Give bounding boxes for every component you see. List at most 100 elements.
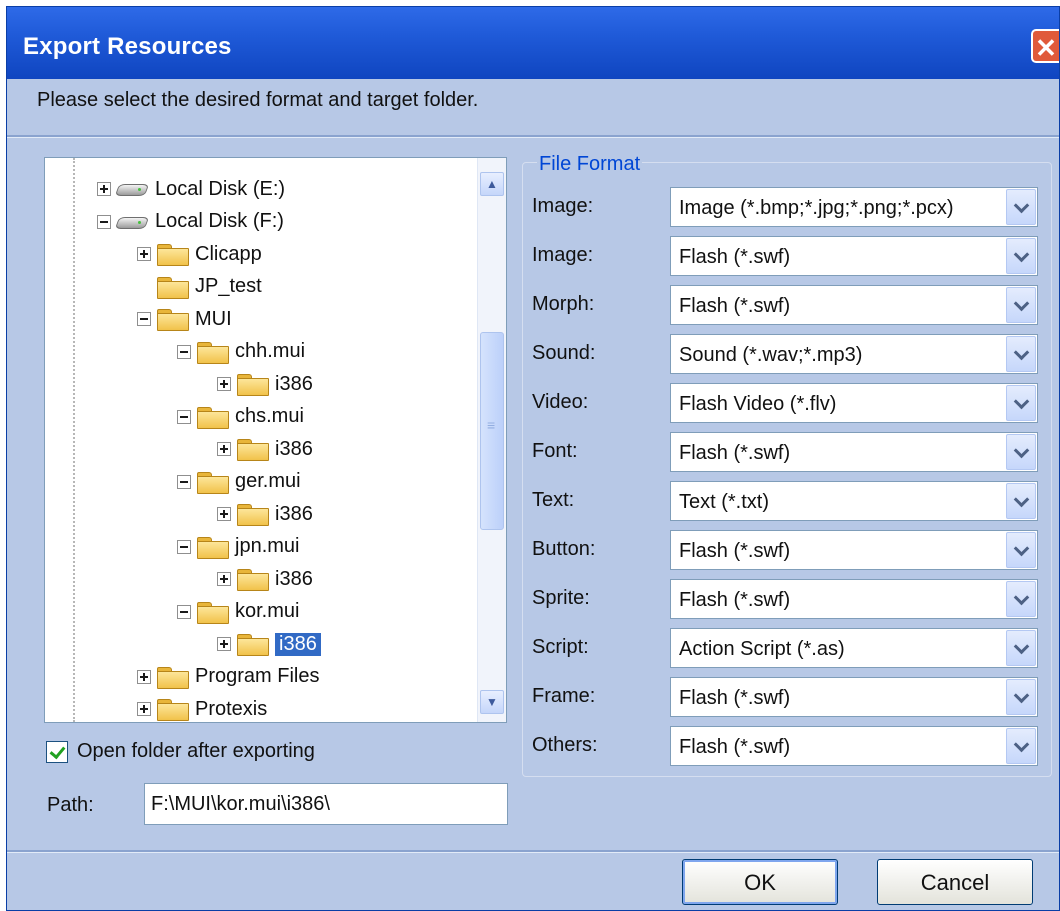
- format-dropdown-value: Flash (*.swf): [679, 687, 791, 709]
- ok-button[interactable]: OK: [682, 859, 838, 905]
- format-label: Image:: [532, 244, 594, 266]
- tree-item[interactable]: Clicapp: [137, 239, 262, 269]
- chevron-down-icon[interactable]: [1006, 630, 1036, 666]
- format-dropdown[interactable]: Flash (*.swf): [670, 432, 1038, 472]
- expand-icon[interactable]: [137, 247, 151, 261]
- folder-icon: [237, 633, 269, 656]
- chevron-down-icon[interactable]: [1006, 728, 1036, 764]
- format-dropdown[interactable]: Flash (*.swf): [670, 579, 1038, 619]
- tree-item-label: i386: [275, 372, 313, 395]
- expand-icon[interactable]: [217, 377, 231, 391]
- tree-item[interactable]: kor.mui: [177, 597, 299, 627]
- chevron-down-icon[interactable]: [1006, 483, 1036, 519]
- folder-tree[interactable]: Local Disk (E:) Local Disk (F:) Clicapp JP_…: [44, 157, 507, 723]
- tree-item[interactable]: i386: [217, 564, 313, 594]
- tree-item-label: Local Disk (E:): [155, 177, 286, 200]
- format-dropdown[interactable]: Flash (*.swf): [670, 726, 1038, 766]
- export-resources-dialog: Export Resources ✕ Please select the des…: [6, 6, 1060, 911]
- chevron-down-icon[interactable]: [1006, 238, 1036, 274]
- cancel-button[interactable]: Cancel: [877, 859, 1033, 905]
- expand-icon[interactable]: [217, 442, 231, 456]
- expand-icon[interactable]: [217, 637, 231, 651]
- button-separator: [7, 850, 1059, 853]
- expand-icon[interactable]: [137, 702, 151, 716]
- tree-item[interactable]: i386: [217, 499, 313, 529]
- format-label: Video:: [532, 391, 589, 413]
- title-bar[interactable]: Export Resources ✕: [7, 7, 1059, 79]
- collapse-icon[interactable]: [137, 312, 151, 326]
- expand-icon[interactable]: [97, 182, 111, 196]
- format-dropdown[interactable]: Flash (*.swf): [670, 677, 1038, 717]
- tree-item[interactable]: Local Disk (F:): [97, 207, 284, 237]
- collapse-icon[interactable]: [97, 214, 111, 229]
- tree-item[interactable]: i386: [217, 629, 321, 659]
- format-dropdown[interactable]: Flash (*.swf): [670, 285, 1038, 325]
- path-label: Path:: [47, 794, 94, 816]
- expand-icon[interactable]: [217, 507, 231, 521]
- chevron-down-icon[interactable]: [1006, 336, 1036, 372]
- format-label: Script:: [532, 636, 589, 658]
- collapse-icon[interactable]: [177, 344, 191, 359]
- collapse-icon[interactable]: [177, 409, 191, 424]
- tree-vertical-scrollbar[interactable]: ▲ ▼: [477, 158, 506, 722]
- tree-item[interactable]: i386: [217, 434, 313, 464]
- format-label: Button:: [532, 538, 596, 560]
- format-dropdown-value: Flash (*.swf): [679, 246, 791, 268]
- tree-item[interactable]: jpn.mui: [177, 532, 299, 562]
- tree-item[interactable]: chs.mui: [177, 402, 304, 432]
- tree-item-label: i386: [275, 502, 313, 525]
- collapse-icon[interactable]: [177, 604, 191, 619]
- format-dropdown[interactable]: Image (*.bmp;*.jpg;*.png;*.pcx): [670, 187, 1038, 227]
- chevron-down-icon[interactable]: [1006, 679, 1036, 715]
- chevron-down-icon[interactable]: [1006, 532, 1036, 568]
- format-label: Sound:: [532, 342, 596, 364]
- path-input[interactable]: [144, 783, 508, 825]
- tree-item[interactable]: ger.mui: [177, 467, 301, 497]
- scroll-down-icon[interactable]: ▼: [480, 690, 504, 714]
- chevron-down-icon[interactable]: [1006, 189, 1036, 225]
- chevron-down-icon[interactable]: [1006, 385, 1036, 421]
- chevron-down-icon[interactable]: [1006, 434, 1036, 470]
- tree-item-label: Protexis: [195, 697, 268, 720]
- collapse-icon[interactable]: [177, 539, 191, 554]
- folder-icon: [157, 276, 189, 299]
- format-dropdown[interactable]: Sound (*.wav;*.mp3): [670, 334, 1038, 374]
- chevron-down-icon[interactable]: [1006, 287, 1036, 323]
- scroll-up-icon[interactable]: ▲: [480, 172, 504, 196]
- collapse-icon[interactable]: [177, 474, 191, 489]
- format-dropdown[interactable]: Action Script (*.as): [670, 628, 1038, 668]
- tree-item-label: i386: [275, 632, 321, 656]
- format-label: Font:: [532, 440, 578, 462]
- open-folder-checkbox[interactable]: [46, 741, 68, 763]
- format-dropdown[interactable]: Flash Video (*.flv): [670, 383, 1038, 423]
- format-dropdown[interactable]: Text (*.txt): [670, 481, 1038, 521]
- tree-item[interactable]: Protexis: [137, 694, 268, 722]
- format-dropdown[interactable]: Flash (*.swf): [670, 236, 1038, 276]
- tree-item[interactable]: Local Disk (E:): [97, 174, 285, 204]
- close-icon[interactable]: ✕: [1031, 29, 1059, 63]
- scroll-thumb[interactable]: [480, 332, 504, 530]
- format-label: Morph:: [532, 293, 595, 315]
- folder-icon: [197, 341, 229, 364]
- expand-icon[interactable]: [217, 572, 231, 586]
- open-folder-label[interactable]: Open folder after exporting: [77, 740, 315, 763]
- tree-item-label: Clicapp: [195, 242, 262, 265]
- format-dropdown[interactable]: Flash (*.swf): [670, 530, 1038, 570]
- tree-item[interactable]: JP_test: [137, 272, 262, 302]
- instruction-text: Please select the desired format and tar…: [37, 89, 479, 111]
- tree-item[interactable]: i386: [217, 369, 313, 399]
- format-label: Image:: [532, 195, 594, 217]
- chevron-down-icon[interactable]: [1006, 581, 1036, 617]
- header-separator: [7, 135, 1059, 138]
- folder-icon: [197, 536, 229, 559]
- folder-icon: [237, 568, 269, 591]
- tree-item[interactable]: chh.mui: [177, 337, 305, 367]
- format-label: Text:: [532, 489, 575, 511]
- folder-icon: [197, 471, 229, 494]
- tree-item-label: kor.mui: [235, 600, 300, 622]
- tree-item[interactable]: Program Files: [137, 662, 319, 692]
- folder-icon: [157, 308, 189, 331]
- tree-item[interactable]: MUI: [137, 304, 232, 334]
- expand-icon[interactable]: [137, 669, 151, 684]
- tree-item-label: Program Files: [195, 665, 320, 687]
